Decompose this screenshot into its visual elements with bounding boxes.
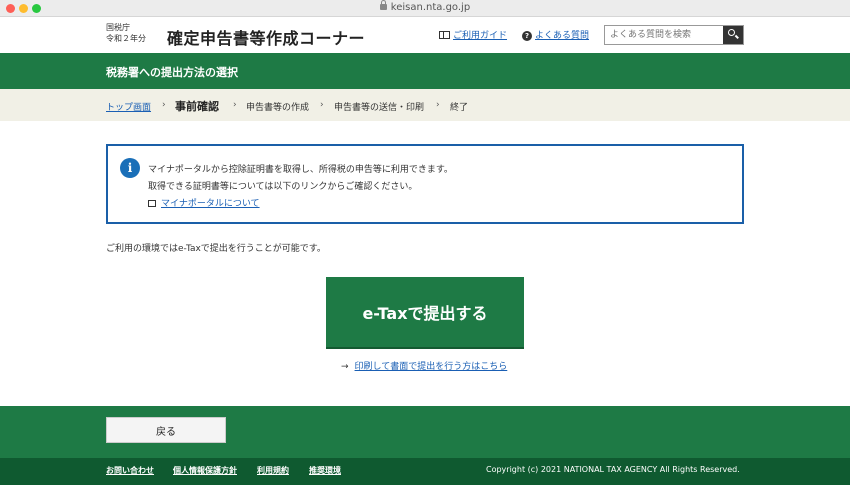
address-bar[interactable]: keisan.nta.go.jp: [0, 0, 850, 15]
external-window-icon: [148, 200, 156, 207]
search-icon: [728, 29, 735, 36]
search-button[interactable]: [723, 26, 743, 44]
privacy-policy-link[interactable]: 個人情報保護方針: [173, 465, 237, 476]
page-title-bar: 税務署への提出方法の選択: [0, 53, 850, 89]
mynaportal-link[interactable]: マイナポータルについて: [148, 196, 260, 209]
footer: お問い合わせ 個人情報保護方針 利用規約 推奨環境 Copyright (c) …: [0, 458, 850, 485]
site-title[interactable]: 確定申告書等作成コーナー: [167, 25, 365, 49]
breadcrumb-separator: ›: [162, 100, 166, 110]
book-icon: [439, 31, 450, 39]
faq-link[interactable]: ? よくある質問: [522, 28, 589, 41]
breadcrumb-step-create: 申告書等の作成: [246, 103, 310, 113]
info-text-line1: マイナポータルから控除証明書を取得し、所得税の申告等に利用できます。: [148, 165, 453, 175]
breadcrumb-separator: ›: [233, 100, 237, 110]
breadcrumb: トップ画面 › 事前確認 › 申告書等の作成 › 申告書等の送信・印刷 › 終了: [0, 89, 850, 121]
site-header: 国税庁 令和２年分 確定申告書等作成コーナー ご利用ガイド ? よくある質問: [0, 17, 850, 53]
breadcrumb-separator: ›: [436, 100, 440, 110]
etax-submit-button[interactable]: e-Taxで提出する: [326, 277, 524, 349]
back-button[interactable]: 戻る: [106, 417, 226, 443]
arrow-right-icon: →: [341, 362, 349, 372]
breadcrumb-current: 事前確認: [175, 100, 219, 113]
breadcrumb-top-link[interactable]: トップ画面: [106, 100, 151, 113]
faq-search: [604, 25, 744, 45]
recommended-env-link[interactable]: 推奨環境: [309, 465, 341, 476]
info-icon: i: [120, 158, 140, 178]
agency-label: 国税庁 令和２年分: [106, 23, 146, 43]
copyright: Copyright (c) 2021 NATIONAL TAX AGENCY A…: [486, 465, 740, 474]
environment-message: ご利用の環境ではe-Taxで提出を行うことが可能です。: [106, 244, 326, 254]
breadcrumb-step-send: 申告書等の送信・印刷: [334, 103, 425, 113]
faq-search-input[interactable]: [605, 26, 723, 44]
lock-icon: [379, 0, 387, 10]
question-icon: ?: [522, 31, 532, 41]
info-text-line2: 取得できる証明書等については以下のリンクからご確認ください。: [148, 182, 418, 192]
footer-action-bar: 戻る: [0, 406, 850, 458]
info-box: i マイナポータルから控除証明書を取得し、所得税の申告等に利用できます。 取得で…: [106, 144, 744, 224]
terms-link[interactable]: 利用規約: [257, 465, 289, 476]
browser-chrome: keisan.nta.go.jp: [0, 0, 850, 17]
breadcrumb-step-end: 終了: [450, 103, 469, 113]
breadcrumb-separator: ›: [320, 100, 324, 110]
url-text: keisan.nta.go.jp: [390, 2, 471, 13]
contact-link[interactable]: お問い合わせ: [106, 465, 154, 476]
print-submit-link[interactable]: → 印刷して書面で提出を行う方はこちら: [341, 359, 507, 372]
usage-guide-link[interactable]: ご利用ガイド: [439, 28, 507, 41]
page-title: 税務署への提出方法の選択: [106, 66, 238, 79]
